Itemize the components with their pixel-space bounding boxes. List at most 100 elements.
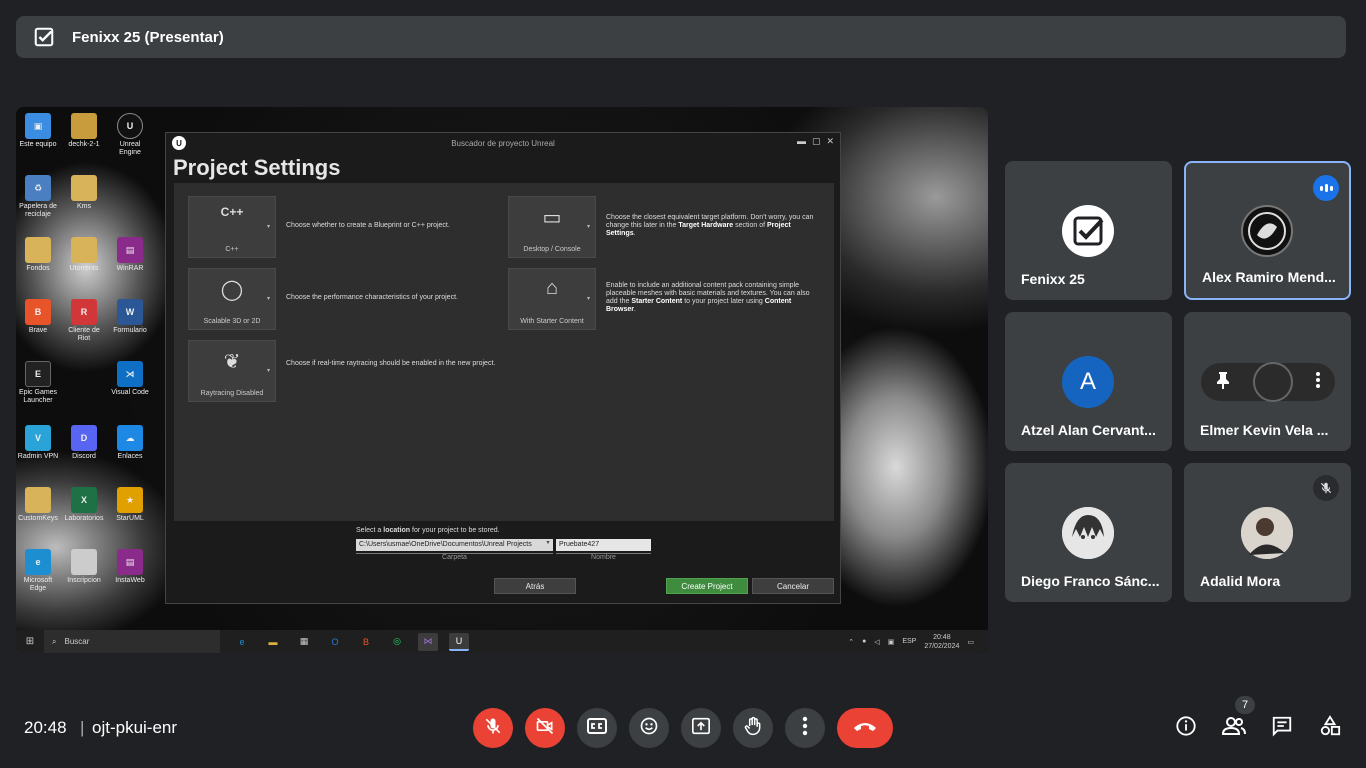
option-raytracing: ❦ ▾ Raytracing Disabled Choose if real-t… — [188, 340, 496, 402]
windows-taskbar: ⊞ ⌕ Buscar e ▬ ▦ O B ◎ ⋈ U ⌃ ● ◁ ▣ ESP 2… — [16, 630, 988, 653]
window-title: Buscador de proyecto Unreal — [451, 139, 555, 148]
desktop-icon[interactable]: ⋊ Visual Code — [108, 361, 152, 397]
microphone-icon[interactable]: ● — [862, 638, 866, 645]
maximize-icon[interactable]: ▢ — [812, 136, 821, 147]
chevron-down-icon: ▾ — [266, 368, 270, 374]
desktop-icon[interactable]: ▣ Este equipo — [16, 113, 60, 149]
option-starter-content: ⌂ ▾ With Starter Content Enable to inclu… — [508, 268, 816, 330]
quality-dropdown[interactable]: ◯ ▾ Scalable 3D or 2D — [188, 268, 276, 330]
project-name-field[interactable]: Pruebate427 — [556, 539, 651, 551]
participant-tile-speaking[interactable]: Alex Ramiro Mend... — [1184, 161, 1351, 300]
raytracing-dropdown[interactable]: ❦ ▾ Raytracing Disabled — [188, 340, 276, 402]
desktop-icon[interactable]: ▤ InstaWeb — [108, 549, 152, 585]
present-to-all-icon — [691, 717, 711, 740]
browse-folder-icon[interactable]: ▾ — [543, 539, 553, 551]
reactions-button[interactable] — [629, 708, 669, 748]
mic-toggle-button[interactable] — [473, 708, 513, 748]
language-dropdown[interactable]: C++ ▾ C++ — [188, 196, 276, 258]
present-button[interactable] — [681, 708, 721, 748]
participant-tile[interactable]: Diego Franco Sánc... — [1005, 463, 1172, 602]
visual-studio-icon[interactable]: ⋈ — [418, 632, 438, 651]
captions-button[interactable] — [577, 708, 617, 748]
desktop-icon[interactable]: X Laboratorios — [62, 487, 106, 523]
participant-tile-hovered[interactable]: Elmer Kevin Vela ... — [1184, 312, 1351, 451]
desktop-icon[interactable]: ♻ Papelera de reciclaje — [16, 175, 60, 219]
language-indicator[interactable]: ESP — [902, 638, 916, 645]
desktop-icon[interactable]: Utorrents — [62, 237, 106, 273]
leave-call-button[interactable] — [837, 708, 893, 748]
desktop-icon[interactable]: CustomKeys — [16, 487, 60, 523]
avatar — [1241, 205, 1293, 257]
desktop-icon-label: Kms — [77, 203, 91, 210]
participant-tile[interactable]: A Atzel Alan Cervant... — [1005, 312, 1172, 451]
presentation-checkbox-icon — [32, 25, 56, 49]
desktop-icon[interactable]: R Cliente de Riot — [62, 299, 106, 343]
unreal-project-browser-window[interactable]: U Buscador de proyecto Unreal ▬ ▢ ✕ Proj… — [165, 132, 841, 604]
cancel-button[interactable]: Cancelar — [752, 578, 834, 594]
desktop-icon[interactable]: e Microsoft Edge — [16, 549, 60, 593]
notifications-icon[interactable]: ▭ — [967, 638, 974, 646]
closed-captions-icon — [587, 717, 607, 739]
meeting-details-button[interactable] — [1173, 715, 1199, 741]
window-titlebar[interactable]: U Buscador de proyecto Unreal ▬ ▢ ✕ — [166, 133, 840, 153]
file-explorer-icon[interactable]: ▬ — [263, 633, 283, 651]
minimize-icon[interactable]: ▬ — [797, 136, 806, 147]
outlook-icon[interactable]: O — [325, 633, 345, 651]
desktop-icon[interactable]: dechk-2-1 — [62, 113, 106, 149]
participant-tile[interactable]: Fenixx 25 — [1005, 161, 1172, 300]
chat-button[interactable] — [1269, 715, 1295, 741]
unreal-taskbar-icon[interactable]: U — [449, 632, 469, 651]
network-icon[interactable]: ▣ — [888, 638, 895, 646]
desktop-icon[interactable]: U Unreal Engine — [108, 113, 152, 157]
desktop-icon[interactable]: Kms — [62, 175, 106, 211]
create-project-button[interactable]: Create Project — [666, 578, 748, 594]
participant-count-badge: 7 — [1235, 696, 1255, 714]
chevron-up-icon[interactable]: ⌃ — [848, 638, 854, 646]
desktop-icon[interactable]: B Brave — [16, 299, 60, 335]
participant-name: Elmer Kevin Vela ... — [1200, 422, 1329, 438]
system-clock[interactable]: 20:48 27/02/2024 — [924, 633, 959, 651]
desktop-icon-label: Microsoft Edge — [23, 577, 53, 592]
desktop-icon-label: Laboratorios — [64, 515, 104, 522]
platform-dropdown[interactable]: ▭ ▾ Desktop / Console — [508, 196, 596, 258]
close-icon[interactable]: ✕ — [826, 136, 834, 147]
desktop-icon[interactable]: D Discord — [62, 425, 106, 461]
starter-content-dropdown[interactable]: ⌂ ▾ With Starter Content — [508, 268, 596, 330]
more-options-icon[interactable] — [1315, 371, 1321, 394]
search-placeholder: Buscar — [64, 637, 90, 646]
taskbar-search[interactable]: ⌕ Buscar — [44, 630, 220, 653]
desktop-icon[interactable]: ★ StarUML — [108, 487, 152, 523]
participant-tile[interactable]: Adalid Mora — [1184, 463, 1351, 602]
desktop-icon[interactable]: W Formulario — [108, 299, 152, 335]
desktop-icon[interactable]: ▤ WinRAR — [108, 237, 152, 273]
raise-hand-button[interactable] — [733, 708, 773, 748]
checkbox-avatar-icon — [1062, 205, 1114, 257]
more-options-button[interactable] — [785, 708, 825, 748]
emoji-icon — [639, 716, 659, 741]
whatsapp-icon[interactable]: ◎ — [387, 633, 407, 651]
participant-name: Adalid Mora — [1200, 573, 1281, 589]
desktop-icon-label: Utorrents — [69, 265, 99, 272]
people-button[interactable] — [1221, 715, 1247, 741]
store-icon[interactable]: ▦ — [294, 633, 314, 651]
avatar — [1062, 507, 1114, 559]
desktop-icon[interactable]: V Radmin VPN — [16, 425, 60, 461]
brave-icon[interactable]: B — [356, 633, 376, 651]
desktop-icon-label: Radmin VPN — [17, 453, 59, 460]
chevron-down-icon: ▾ — [266, 224, 270, 230]
desktop-icon[interactable]: E Epic Games Launcher — [16, 361, 60, 405]
desktop-icon-label: StarUML — [116, 515, 144, 522]
activities-button[interactable] — [1317, 714, 1343, 741]
volume-icon[interactable]: ◁ — [874, 638, 879, 646]
edge-icon[interactable]: e — [232, 633, 252, 651]
project-path-field[interactable]: C:\Users\usmae\OneDrive\Documentos\Unrea… — [356, 539, 553, 551]
desktop-icon-label: Brave — [28, 327, 48, 334]
camera-toggle-button[interactable] — [525, 708, 565, 748]
desktop-icon[interactable]: Inscripcion — [62, 549, 106, 585]
windows-start-icon[interactable]: ⊞ — [16, 636, 44, 647]
presenter-bar[interactable]: Fenixx 25 (Presentar) — [16, 16, 1346, 58]
desktop-icon[interactable]: ☁ Enlaces — [108, 425, 152, 461]
pin-icon[interactable] — [1215, 371, 1231, 394]
desktop-icon[interactable]: Fondos — [16, 237, 60, 273]
back-button[interactable]: Atrás — [494, 578, 576, 594]
